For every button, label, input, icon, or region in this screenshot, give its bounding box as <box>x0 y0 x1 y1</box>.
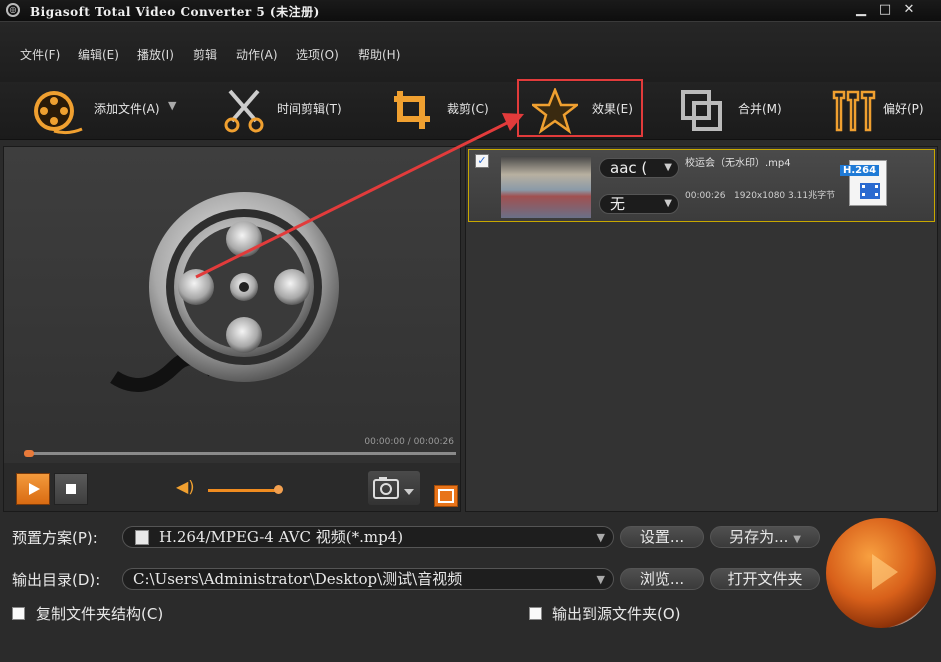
preferences-button[interactable]: 偏好(P) <box>828 82 938 140</box>
chevron-down-icon[interactable]: ▼ <box>168 99 176 112</box>
menu-clip[interactable]: 剪辑 <box>193 46 217 63</box>
output-format-icon[interactable]: H.264 <box>840 160 887 206</box>
file-resolution: 1920x1080 <box>734 191 786 201</box>
crop-button[interactable]: 裁剪(C) <box>392 82 502 140</box>
menu-edit[interactable]: 编辑(E) <box>78 46 119 63</box>
output-dir-value: C:\Users\Administrator\Desktop\测试\音视频 <box>133 570 463 588</box>
title-bar: ◎ Bigasoft Total Video Converter 5 (未注册)… <box>0 0 941 22</box>
copy-structure-checkbox[interactable] <box>12 607 25 620</box>
output-dir-label: 输出目录(D): <box>12 571 101 589</box>
output-to-source-checkbox[interactable] <box>529 607 542 620</box>
merge-label: 合并(M) <box>738 102 782 116</box>
video-file-icon <box>135 530 149 545</box>
list-item[interactable]: ✓ aac ( ▼ 无 ▼ 校运会（无水印）.mp4 00:00:26 1920… <box>468 149 935 222</box>
playback-controls: ◀) <box>4 463 460 511</box>
audio-track-select[interactable]: aac ( ▼ <box>599 158 679 178</box>
scissors-icon <box>224 89 264 133</box>
preset-label: 预置方案(P): <box>12 529 98 547</box>
seek-handle[interactable] <box>24 450 34 457</box>
playback-time: 00:00:00 / 00:00:26 <box>364 437 454 447</box>
maximize-icon[interactable]: □ <box>874 3 896 17</box>
play-icon <box>872 554 898 590</box>
chevron-down-icon: ▼ <box>596 573 605 586</box>
menu-help[interactable]: 帮助(H) <box>358 46 400 63</box>
convert-button[interactable] <box>826 518 936 628</box>
fullscreen-button[interactable] <box>434 485 458 507</box>
file-checkbox[interactable]: ✓ <box>475 154 489 168</box>
camera-icon <box>373 477 414 499</box>
stop-button[interactable] <box>54 473 88 505</box>
preferences-label: 偏好(P) <box>883 102 924 116</box>
subtitle-value: 无 <box>610 195 626 213</box>
add-file-label: 添加文件(A) <box>94 102 160 116</box>
save-as-button[interactable]: 另存为... ▼ <box>710 526 820 548</box>
chevron-down-icon: ▼ <box>596 531 605 544</box>
effect-highlight-box <box>517 79 643 137</box>
menu-options[interactable]: 选项(O) <box>296 46 339 63</box>
chevron-down-icon: ▼ <box>664 198 672 209</box>
file-duration: 00:00:26 <box>685 191 726 201</box>
trim-label: 时间剪辑(T) <box>277 102 342 116</box>
app-icon[interactable]: ◎ <box>6 3 20 17</box>
subtitle-select[interactable]: 无 ▼ <box>599 194 679 214</box>
chevron-down-icon: ▼ <box>664 162 672 173</box>
menu-file[interactable]: 文件(F) <box>20 46 60 63</box>
play-icon <box>29 483 40 495</box>
file-name: 校运会（无水印）.mp4 <box>685 158 791 169</box>
output-dir-select[interactable]: C:\Users\Administrator\Desktop\测试\音视频 ▼ <box>122 568 614 590</box>
merge-icon <box>681 90 722 131</box>
settings-button[interactable]: 设置... <box>620 526 704 548</box>
crop-icon <box>394 91 430 129</box>
file-meta: 00:00:26 1920x1080 3.11兆字节 <box>685 188 835 201</box>
video-thumbnail <box>501 156 591 218</box>
audio-track-value: aac ( <box>610 159 648 177</box>
film-strip-icon <box>860 183 880 199</box>
file-size: 3.11兆字节 <box>788 191 836 201</box>
open-folder-button[interactable]: 打开文件夹 <box>710 568 820 590</box>
save-as-label: 另存为... <box>729 528 789 546</box>
volume-icon[interactable]: ◀) <box>176 477 195 496</box>
menu-bar: 文件(F) 编辑(E) 播放(I) 剪辑 动作(A) 选项(O) 帮助(H) <box>0 22 941 82</box>
snapshot-button[interactable] <box>368 471 420 505</box>
volume-slider[interactable] <box>208 489 282 492</box>
close-icon[interactable]: ✕ <box>898 3 920 17</box>
film-reel-icon <box>34 91 83 135</box>
stop-icon <box>66 484 76 494</box>
chevron-down-icon: ▼ <box>793 534 801 545</box>
tools-icon <box>832 90 876 132</box>
menu-action[interactable]: 动作(A) <box>236 46 278 63</box>
browse-button[interactable]: 浏览... <box>620 568 704 590</box>
add-file-button[interactable]: 添加文件(A) ▼ <box>28 82 188 140</box>
preset-value: H.264/MPEG-4 AVC 视频(*.mp4) <box>159 528 404 546</box>
menu-play[interactable]: 播放(I) <box>137 46 174 63</box>
toolbar: 添加文件(A) ▼ 时间剪辑(T) 裁剪(C) 效果(E) 合并(M) 偏好(P… <box>0 82 941 140</box>
file-list: ✓ aac ( ▼ 无 ▼ 校运会（无水印）.mp4 00:00:26 1920… <box>465 146 938 512</box>
trim-button[interactable]: 时间剪辑(T) <box>222 82 352 140</box>
fullscreen-icon <box>438 489 454 503</box>
preset-select[interactable]: H.264/MPEG-4 AVC 视频(*.mp4) ▼ <box>122 526 614 548</box>
merge-button[interactable]: 合并(M) <box>680 82 790 140</box>
annotation-arrow <box>195 113 524 279</box>
copy-structure-label: 复制文件夹结构(C) <box>36 605 164 623</box>
minimize-icon[interactable]: ▁ <box>850 3 872 17</box>
seek-bar[interactable] <box>26 452 456 455</box>
preview-pane: 00:00:00 / 00:00:26 ◀) <box>3 113 524 512</box>
play-button[interactable] <box>16 473 50 505</box>
output-to-source-label: 输出到源文件夹(O) <box>552 605 681 623</box>
volume-handle[interactable] <box>274 485 283 494</box>
window-title: Bigasoft Total Video Converter 5 (未注册) <box>30 5 320 19</box>
crop-label: 裁剪(C) <box>447 102 489 116</box>
